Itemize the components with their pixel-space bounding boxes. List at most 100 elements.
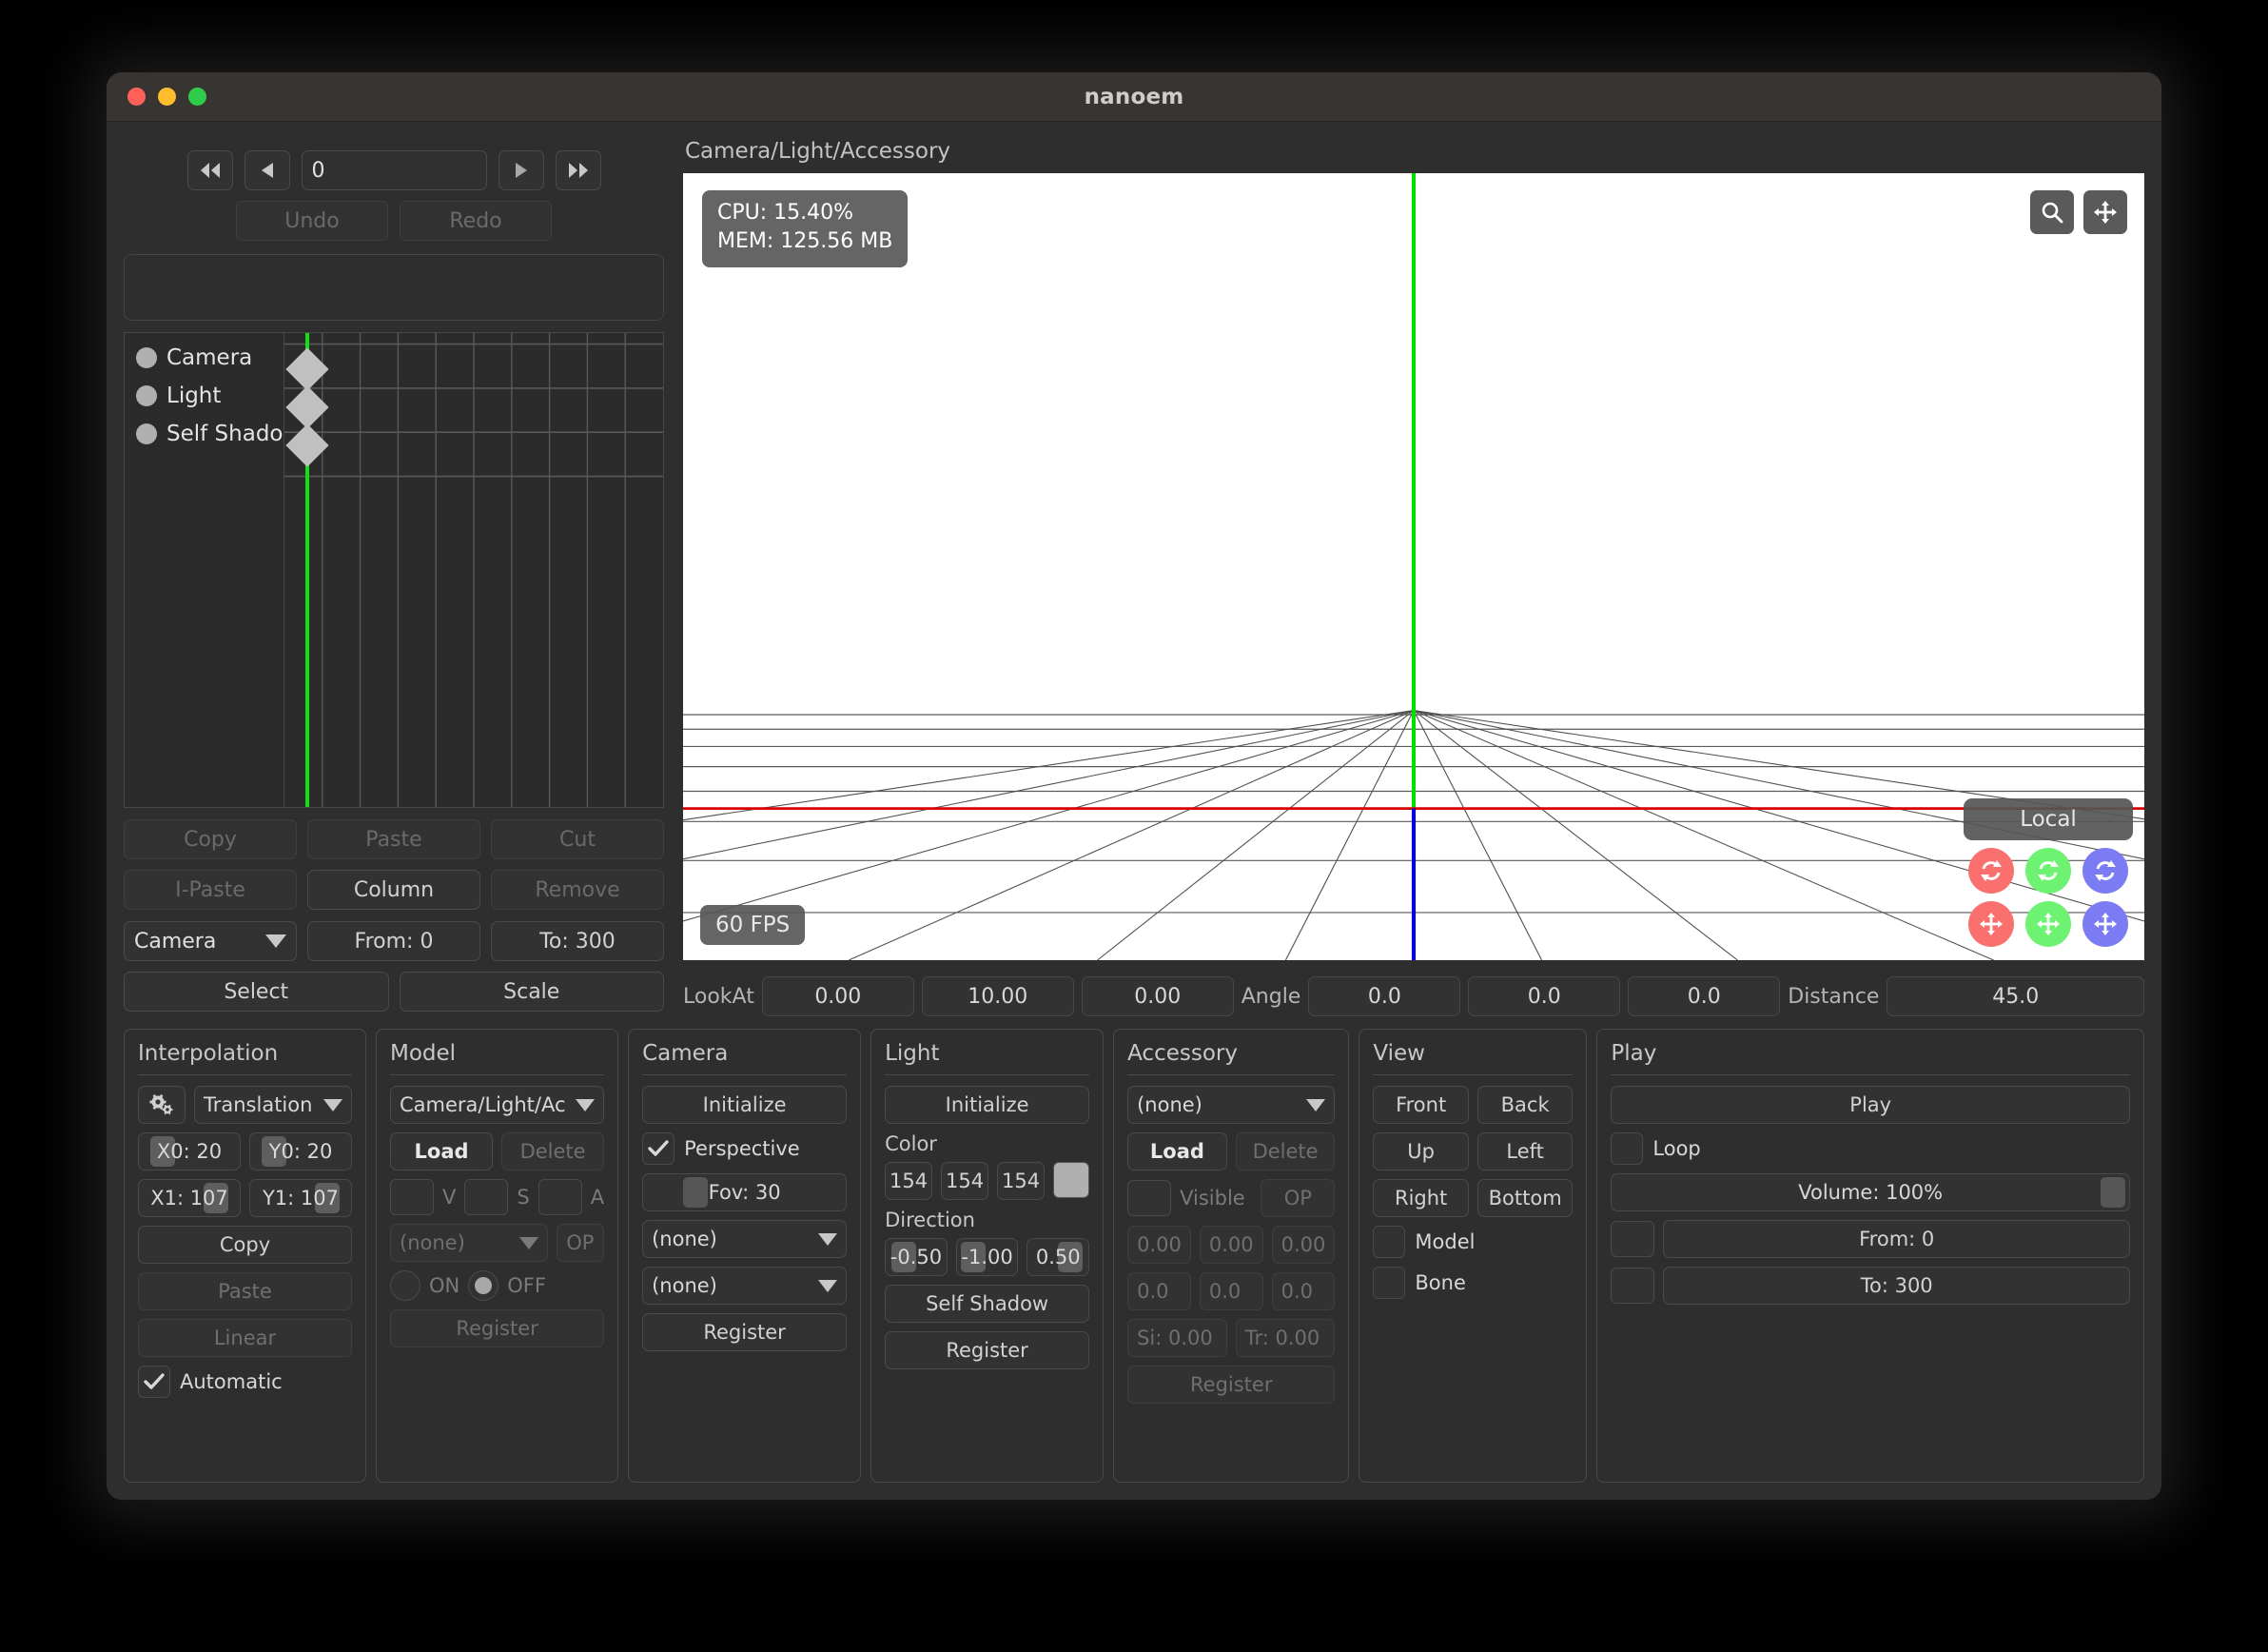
accessory-select-dropdown[interactable]: (none): [1127, 1086, 1336, 1124]
interpolation-y0-slider[interactable]: Y0: 20: [249, 1132, 352, 1170]
copy-button[interactable]: Copy: [124, 819, 297, 859]
play-button[interactable]: [498, 150, 544, 190]
play-to-checkbox[interactable]: [1611, 1268, 1655, 1304]
accessory-delete-button[interactable]: Delete: [1235, 1132, 1336, 1170]
rotate-z-button[interactable]: [2082, 848, 2128, 894]
accessory-rotate-x-field[interactable]: 0.0: [1127, 1272, 1191, 1310]
accessory-translate-y-field[interactable]: 0.00: [1199, 1226, 1263, 1264]
view-model-checkbox[interactable]: [1373, 1226, 1406, 1258]
camera-perspective-row[interactable]: Perspective: [642, 1132, 847, 1165]
camera-preset1-dropdown[interactable]: (none): [642, 1220, 848, 1258]
model-armature-checkbox[interactable]: [538, 1179, 582, 1215]
play-loop-row[interactable]: Loop: [1611, 1132, 2130, 1165]
light-color-b-field[interactable]: 154: [997, 1162, 1046, 1200]
coordinate-mode-button[interactable]: Local: [1964, 798, 2133, 840]
light-register-button[interactable]: Register: [885, 1331, 1090, 1369]
accessory-register-button[interactable]: Register: [1127, 1366, 1336, 1404]
remove-button[interactable]: Remove: [491, 870, 664, 910]
step-back-button[interactable]: [244, 150, 290, 190]
view-model-row[interactable]: Model: [1373, 1226, 1573, 1258]
model-op-button[interactable]: OP: [556, 1224, 605, 1262]
range-from-button[interactable]: From: 0: [307, 921, 480, 961]
view-left-button[interactable]: Left: [1476, 1132, 1574, 1170]
accessory-rotate-z-field[interactable]: 0.0: [1271, 1272, 1336, 1310]
redo-button[interactable]: Redo: [400, 201, 552, 241]
model-morph-dropdown[interactable]: (none): [390, 1224, 548, 1262]
light-direction-x-slider[interactable]: -0.50: [885, 1238, 948, 1276]
interpolation-paste-button[interactable]: Paste: [138, 1272, 352, 1310]
rotate-x-button[interactable]: [1968, 848, 2014, 894]
model-delete-button[interactable]: Delete: [501, 1132, 605, 1170]
light-direction-z-slider[interactable]: 0.50: [1026, 1238, 1090, 1276]
undo-button[interactable]: Undo: [236, 201, 388, 241]
model-register-button[interactable]: Register: [390, 1309, 605, 1347]
play-from-button[interactable]: From: 0: [1663, 1220, 2130, 1258]
go-to-end-button[interactable]: [555, 150, 601, 190]
light-initialize-button[interactable]: Initialize: [885, 1086, 1090, 1124]
model-surface-checkbox[interactable]: [464, 1179, 509, 1215]
cut-button[interactable]: Cut: [491, 819, 664, 859]
translate-y-button[interactable]: [2025, 901, 2071, 947]
select-button[interactable]: Select: [124, 972, 389, 1012]
slider-knob[interactable]: [2101, 1177, 2125, 1208]
accessory-scale-field[interactable]: Si: 0.00: [1127, 1319, 1227, 1357]
accessory-transparency-field[interactable]: Tr: 0.00: [1235, 1319, 1336, 1357]
camera-register-button[interactable]: Register: [642, 1313, 848, 1351]
model-vertex-checkbox[interactable]: [390, 1179, 434, 1215]
accessory-op-button[interactable]: OP: [1261, 1179, 1336, 1217]
model-on-radio[interactable]: [390, 1270, 420, 1301]
translate-z-button[interactable]: [2082, 901, 2128, 947]
track-row-self-shadow[interactable]: Self Shadow: [125, 415, 284, 453]
scale-button[interactable]: Scale: [399, 972, 664, 1012]
track-toggle-icon[interactable]: [136, 423, 157, 444]
slider-knob[interactable]: [683, 1177, 709, 1208]
angle-x-field[interactable]: 0.0: [1308, 976, 1461, 1016]
light-self-shadow-button[interactable]: Self Shadow: [885, 1285, 1090, 1323]
view-front-button[interactable]: Front: [1373, 1086, 1469, 1124]
accessory-rotate-y-field[interactable]: 0.0: [1199, 1272, 1263, 1310]
translate-x-button[interactable]: [1968, 901, 2014, 947]
angle-y-field[interactable]: 0.0: [1468, 976, 1621, 1016]
track-select-dropdown[interactable]: Camera: [124, 921, 297, 961]
light-direction-y-slider[interactable]: -1.00: [955, 1238, 1019, 1276]
model-off-radio[interactable]: [468, 1270, 499, 1301]
3d-viewport[interactable]: CPU: 15.40% MEM: 125.56 MB 60 FPS Local: [683, 173, 2144, 960]
camera-fov-slider[interactable]: Fov: 30: [642, 1173, 848, 1211]
track-row-light[interactable]: Light: [125, 377, 284, 415]
volume-slider[interactable]: Volume: 100%: [1611, 1173, 2130, 1211]
play-button[interactable]: Play: [1611, 1086, 2130, 1124]
camera-initialize-button[interactable]: Initialize: [642, 1086, 848, 1124]
accessory-load-button[interactable]: Load: [1127, 1132, 1227, 1170]
interpolation-linear-button[interactable]: Linear: [138, 1319, 352, 1357]
interpolation-type-dropdown[interactable]: Translation: [194, 1086, 352, 1124]
automatic-checkbox[interactable]: [138, 1366, 170, 1398]
camera-preset2-dropdown[interactable]: (none): [642, 1267, 848, 1305]
lookat-x-field[interactable]: 0.00: [761, 976, 914, 1016]
rotate-y-button[interactable]: [2025, 848, 2071, 894]
keyframe-grid[interactable]: [284, 332, 664, 808]
track-toggle-icon[interactable]: [136, 385, 157, 406]
column-button[interactable]: Column: [307, 870, 480, 910]
distance-field[interactable]: 45.0: [1887, 976, 2144, 1016]
inverse-paste-button[interactable]: I-Paste: [124, 870, 297, 910]
accessory-translate-x-field[interactable]: 0.00: [1127, 1226, 1191, 1264]
view-back-button[interactable]: Back: [1476, 1086, 1574, 1124]
zoom-tool-button[interactable]: [2030, 190, 2074, 234]
interpolation-copy-button[interactable]: Copy: [138, 1226, 352, 1264]
light-color-g-field[interactable]: 154: [941, 1162, 989, 1200]
go-to-start-button[interactable]: [186, 150, 233, 190]
model-select-dropdown[interactable]: Camera/Light/Ac: [390, 1086, 605, 1124]
track-row-camera[interactable]: Camera: [125, 339, 284, 377]
perspective-checkbox[interactable]: [642, 1132, 675, 1165]
interpolation-automatic-row[interactable]: Automatic: [138, 1366, 352, 1398]
interpolation-x0-slider[interactable]: X0: 20: [138, 1132, 241, 1170]
paste-button[interactable]: Paste: [307, 819, 480, 859]
lookat-z-field[interactable]: 0.00: [1081, 976, 1234, 1016]
interpolation-settings-button[interactable]: [138, 1086, 186, 1124]
light-color-r-field[interactable]: 154: [885, 1162, 933, 1200]
range-to-button[interactable]: To: 300: [491, 921, 664, 961]
view-right-button[interactable]: Right: [1373, 1179, 1469, 1217]
view-bottom-button[interactable]: Bottom: [1476, 1179, 1574, 1217]
accessory-visible-checkbox[interactable]: [1127, 1180, 1172, 1216]
angle-z-field[interactable]: 0.0: [1628, 976, 1781, 1016]
